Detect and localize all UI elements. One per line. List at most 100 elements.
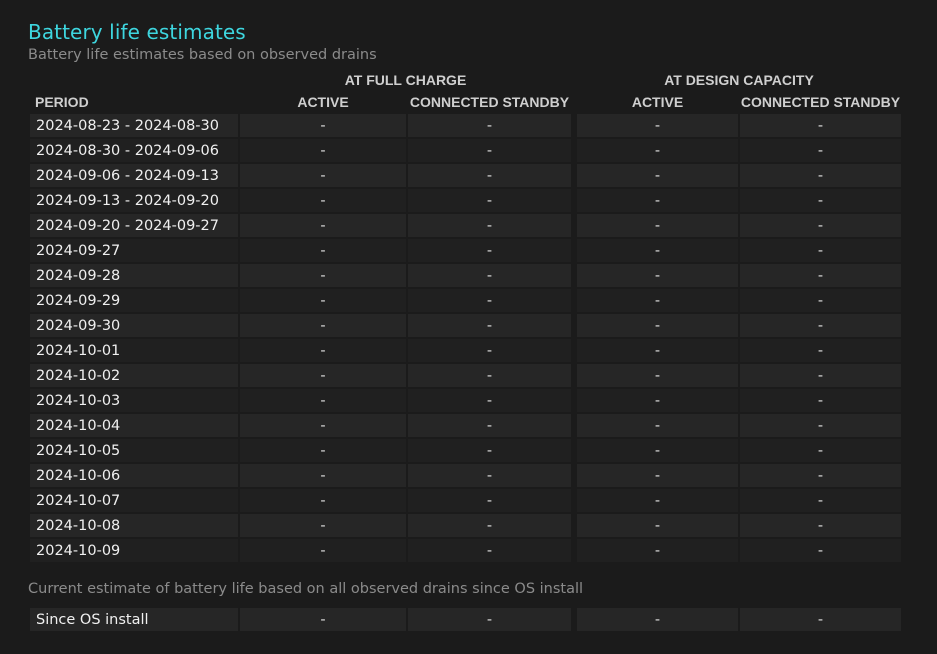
install-note: Current estimate of battery life based o…	[28, 581, 584, 597]
table-row: 2024-09-06 - 2024-09-13- - - -	[30, 164, 901, 187]
column-gap	[573, 164, 575, 187]
fc-active-cell: -	[240, 514, 406, 537]
group-header-row: AT FULL CHARGE AT DESIGN CAPACITY	[30, 70, 901, 90]
dc-active-cell: -	[577, 608, 738, 631]
fc-standby-cell: -	[408, 608, 571, 631]
period-cell: 2024-10-09	[30, 539, 238, 562]
dc-standby-cell: -	[740, 289, 901, 312]
fc-active-cell: -	[240, 339, 406, 362]
column-gap	[573, 189, 575, 212]
table-row: 2024-08-23 - 2024-08-30- - - -	[30, 114, 901, 137]
fc-active-cell: -	[240, 164, 406, 187]
dc-standby-cell: -	[740, 264, 901, 287]
column-gap	[573, 314, 575, 337]
dc-active-cell: -	[577, 364, 738, 387]
fc-standby-cell: -	[408, 164, 571, 187]
period-cell: 2024-09-06 - 2024-09-13	[30, 164, 238, 187]
dc-standby-cell: -	[740, 414, 901, 437]
dc-standby-cell: -	[740, 464, 901, 487]
fc-standby-cell: -	[408, 289, 571, 312]
table-row: 2024-10-03- - - -	[30, 389, 901, 412]
fc-active-cell: -	[240, 139, 406, 162]
group-header-full-charge: AT FULL CHARGE	[344, 72, 467, 88]
dc-active-cell: -	[577, 239, 738, 262]
table-row: 2024-09-28- - - -	[30, 264, 901, 287]
fc-standby-cell: -	[408, 114, 571, 137]
column-gap	[573, 289, 575, 312]
fc-active-cell: -	[240, 439, 406, 462]
dc-standby-cell: -	[740, 539, 901, 562]
column-header-fc-active: ACTIVE	[297, 94, 349, 110]
period-cell: 2024-08-23 - 2024-08-30	[30, 114, 238, 137]
group-header-gap	[573, 70, 575, 90]
column-gap	[573, 414, 575, 437]
column-gap	[573, 139, 575, 162]
dc-active-cell: -	[577, 464, 738, 487]
fc-standby-cell: -	[408, 389, 571, 412]
column-header-dc-standby: CONNECTED STANDBY	[740, 94, 901, 110]
dc-active-cell: -	[577, 189, 738, 212]
fc-standby-cell: -	[408, 214, 571, 237]
column-header-dc-active: ACTIVE	[631, 94, 684, 110]
period-cell: 2024-08-30 - 2024-09-06	[30, 139, 238, 162]
column-gap	[573, 239, 575, 262]
period-cell: 2024-09-20 - 2024-09-27	[30, 214, 238, 237]
column-gap	[573, 464, 575, 487]
column-gap	[573, 514, 575, 537]
dc-active-cell: -	[577, 339, 738, 362]
table-row: 2024-10-05- - - -	[30, 439, 901, 462]
fc-active-cell: -	[240, 264, 406, 287]
dc-active-cell: -	[577, 439, 738, 462]
fc-standby-cell: -	[408, 489, 571, 512]
dc-standby-cell: -	[740, 214, 901, 237]
period-cell: 2024-10-07	[30, 489, 238, 512]
column-gap	[573, 114, 575, 137]
fc-standby-cell: -	[408, 514, 571, 537]
column-gap	[573, 539, 575, 562]
table-row: 2024-10-02- - - -	[30, 364, 901, 387]
fc-active-cell: -	[240, 289, 406, 312]
period-cell: 2024-10-06	[30, 464, 238, 487]
fc-standby-cell: -	[408, 239, 571, 262]
period-cell: 2024-10-04	[30, 414, 238, 437]
dc-standby-cell: -	[740, 364, 901, 387]
dc-active-cell: -	[577, 489, 738, 512]
dc-active-cell: -	[577, 164, 738, 187]
table-row: Since OS install - - - -	[30, 608, 901, 631]
dc-standby-cell: -	[740, 489, 901, 512]
fc-standby-cell: -	[408, 539, 571, 562]
fc-standby-cell: -	[408, 439, 571, 462]
fc-active-cell: -	[240, 189, 406, 212]
dc-active-cell: -	[577, 139, 738, 162]
group-header-design-capacity: AT DESIGN CAPACITY	[664, 72, 814, 88]
fc-active-cell: -	[240, 239, 406, 262]
period-cell: 2024-09-28	[30, 264, 238, 287]
table-row: 2024-09-30- - - -	[30, 314, 901, 337]
fc-active-cell: -	[240, 539, 406, 562]
column-gap	[573, 439, 575, 462]
column-gap	[573, 264, 575, 287]
table-row: 2024-09-27- - - -	[30, 239, 901, 262]
column-header-row: PERIOD ACTIVE CONNECTED STANDBY ACTIVE C…	[30, 92, 901, 112]
period-cell: Since OS install	[30, 608, 238, 631]
fc-standby-cell: -	[408, 339, 571, 362]
dc-active-cell: -	[577, 414, 738, 437]
table-row: 2024-10-08- - - -	[30, 514, 901, 537]
fc-active-cell: -	[240, 464, 406, 487]
period-cell: 2024-10-08	[30, 514, 238, 537]
period-cell: 2024-10-03	[30, 389, 238, 412]
group-header-spacer	[30, 70, 238, 90]
fc-active-cell: -	[240, 389, 406, 412]
column-header-period: PERIOD	[35, 94, 89, 110]
page-subtitle: Battery life estimates based on observed…	[28, 47, 377, 63]
fc-active-cell: -	[240, 489, 406, 512]
fc-standby-cell: -	[408, 414, 571, 437]
column-header-gap	[573, 92, 575, 112]
fc-active-cell: -	[240, 414, 406, 437]
period-cell: 2024-10-01	[30, 339, 238, 362]
dc-active-cell: -	[577, 514, 738, 537]
fc-active-cell: -	[240, 114, 406, 137]
column-gap	[573, 364, 575, 387]
dc-standby-cell: -	[740, 339, 901, 362]
dc-standby-cell: -	[740, 139, 901, 162]
